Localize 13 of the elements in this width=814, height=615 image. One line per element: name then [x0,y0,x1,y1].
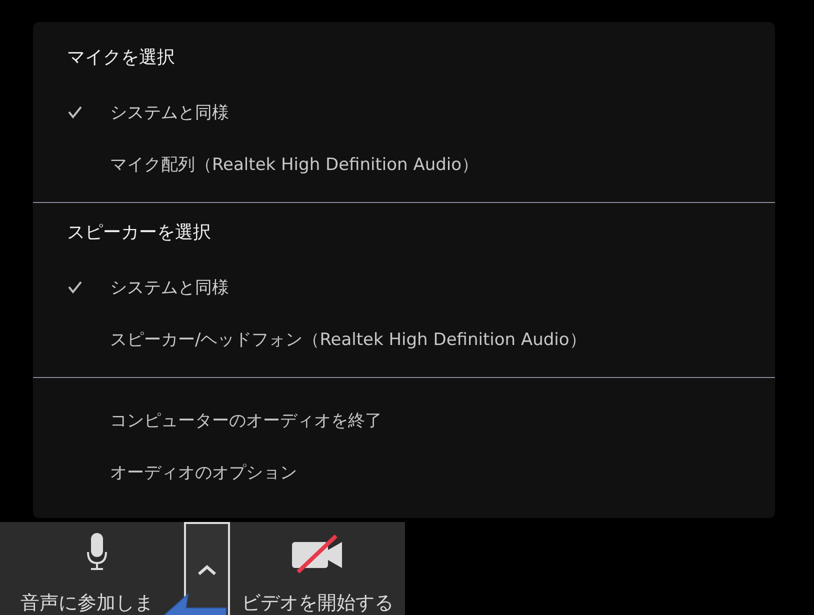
menu-item[interactable]: コンピューターのオーディオを終了 [110,408,382,432]
start-video-button[interactable]: ビデオを開始する [230,522,405,615]
menu-heading: マイクを選択 [66,46,176,70]
menu-item[interactable]: システムと同様 [110,276,229,298]
audio-options-button[interactable] [184,522,230,615]
menu-item[interactable]: オーディオのオプション [110,460,297,484]
menu-heading: スピーカーを選択 [66,221,212,245]
menu-item[interactable]: システムと同様 [110,100,229,124]
microphone-icon [85,532,109,572]
menu-item[interactable]: マイク配列（Realtek High Definition Audio） [110,152,479,176]
caret-icon [197,564,217,576]
join-audio-button[interactable]: 音声に参加しま [0,522,184,615]
menu-item[interactable]: スピーカー/ヘッドフォン（Realtek High Definition Audio） [110,328,586,350]
